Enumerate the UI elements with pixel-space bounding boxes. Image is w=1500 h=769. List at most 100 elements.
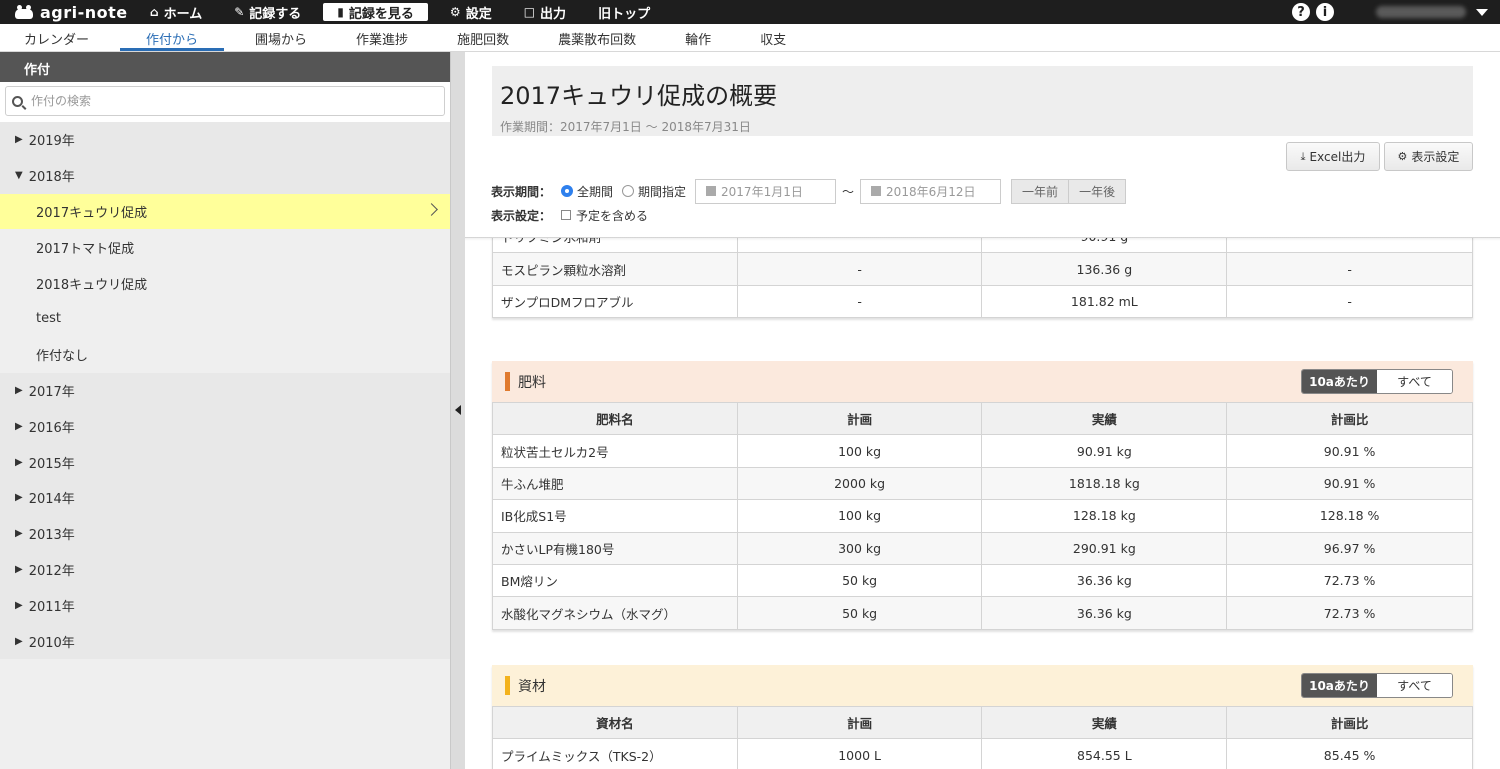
summary-scroll-area[interactable]: トリフミン水和剤 - 90.91 g - モスピラン顆粒水溶剤 - 136.36… (465, 237, 1500, 769)
ratio-cell: 128.18 % (1226, 499, 1473, 533)
tree-item-2017-cucumber[interactable]: 2017キュウリ促成 (0, 193, 450, 230)
plan-cell: 50 kg (736, 563, 983, 598)
tree-year-2010[interactable]: ▶ 2010年 (0, 623, 450, 659)
help-icon[interactable]: ? (1292, 3, 1310, 21)
display-settings-button[interactable]: ⚙ 表示設定 (1384, 142, 1473, 171)
include-plan-checkbox[interactable]: 予定を含める (561, 207, 648, 224)
download-icon: ⤓ (1300, 149, 1306, 163)
triangle-down-icon: ▼ (15, 170, 23, 182)
date-from-input[interactable]: 2017年1月1日 (695, 178, 837, 204)
nav-view-records[interactable]: ▮ 記録を見る (323, 3, 428, 22)
section-title: 肥料 (518, 374, 546, 391)
tab-pesticide-count[interactable]: 農薬散布回数 (550, 24, 644, 51)
crop-search-input[interactable] (31, 94, 431, 108)
ratio-cell: 85.45 % (1226, 738, 1473, 769)
info-icon[interactable]: i (1316, 3, 1334, 21)
tree-item-no-crop[interactable]: 作付なし (0, 336, 450, 373)
nav-home[interactable]: ⌂ ホーム (140, 3, 212, 22)
tree-year-2017[interactable]: ▶ 2017年 (0, 373, 450, 409)
tree-year-2012[interactable]: ▶ 2012年 (0, 552, 450, 588)
plan-cell: - (736, 252, 983, 286)
material-name: プライムミックス（TKS-2） (492, 738, 738, 769)
user-name[interactable] (1376, 6, 1466, 18)
actual-cell: 136.36 g (981, 252, 1228, 286)
chevron-right-icon (425, 202, 438, 216)
chevron-down-icon[interactable] (1476, 8, 1488, 16)
tab-calendar[interactable]: カレンダー (16, 24, 97, 51)
sidebar-splitter[interactable] (450, 52, 465, 769)
actual-cell: 290.91 kg (981, 531, 1228, 565)
nav-old-top[interactable]: 旧トップ (588, 3, 660, 22)
tree-year-2014[interactable]: ▶ 2014年 (0, 480, 450, 516)
actual-cell: 36.36 kg (981, 596, 1228, 630)
calendar-icon (871, 186, 882, 196)
nav-output[interactable]: □ 出力 (514, 3, 576, 22)
work-period: 作業期間：2017年7月1日 〜 2018年7月31日 (500, 120, 751, 134)
prev-year-button[interactable]: 一年前 (1011, 178, 1070, 204)
plan-cell: 2000 kg (736, 466, 983, 501)
search-box (5, 86, 445, 116)
sub-nav: カレンダー 作付から 圃場から 作業進捗 施肥回数 農薬散布回数 輪作 収支 (0, 24, 1500, 52)
radio-custom-period[interactable]: 期間指定 (622, 183, 686, 200)
triangle-right-icon: ▶ (15, 456, 23, 468)
section-accent-bar (505, 676, 510, 695)
display-label: 表示設定： (491, 208, 552, 223)
radio-all-period[interactable]: 全期間 (561, 183, 613, 200)
pencil-icon: ✎ (234, 5, 245, 19)
tree-year-2011[interactable]: ▶ 2011年 (0, 587, 450, 623)
table-row: モスピラン顆粒水溶剤 - 136.36 g - (492, 252, 1473, 286)
fertilizer-name: BM熔リン (492, 563, 738, 598)
all-toggle[interactable]: すべて (1377, 370, 1452, 393)
table-row: 牛ふん堆肥 2000 kg 1818.18 kg 90.91 % (492, 466, 1473, 501)
triangle-right-icon: ▶ (15, 420, 23, 432)
gear-icon: ⚙ (1397, 150, 1408, 163)
nav-record[interactable]: ✎ 記録する (224, 3, 311, 22)
scroll-shadow (465, 237, 1500, 241)
tab-balance[interactable]: 収支 (752, 24, 794, 51)
actual-cell: 854.55 L (981, 738, 1228, 769)
tab-work-progress[interactable]: 作業進捗 (348, 24, 416, 51)
table-row: プライムミックス（TKS-2） 1000 L 854.55 L 85.45 % (492, 738, 1473, 769)
summary-header: 2017キュウリ促成の概要 作業期間：2017年7月1日 〜 2018年7月31… (492, 66, 1473, 136)
collapse-left-icon[interactable] (455, 405, 461, 415)
actual-cell: 36.36 kg (981, 563, 1228, 598)
tree-item-test[interactable]: test (0, 300, 450, 337)
app-logo[interactable]: agri-note (0, 3, 140, 22)
excel-export-button[interactable]: ⤓ Excel出力 (1286, 142, 1380, 171)
fertilizer-name: IB化成S1号 (492, 499, 738, 533)
year-shift-buttons: 一年前 一年後 (1011, 178, 1127, 204)
next-year-button[interactable]: 一年後 (1069, 178, 1127, 204)
display-controls: 表示期間： 全期間 期間指定 2017年1月1日 〜 2018年6月12日 一年… (491, 178, 1291, 227)
sidebar-header: 作付 (0, 52, 450, 82)
per-10a-toggle[interactable]: 10aあたり (1302, 674, 1377, 697)
tree-year-2015[interactable]: ▶ 2015年 (0, 444, 450, 480)
fertilizer-name: 粒状苦土セルカ2号 (492, 434, 738, 468)
plan-cell: 100 kg (736, 434, 983, 468)
date-to-input[interactable]: 2018年6月12日 (860, 178, 1002, 204)
tab-by-field[interactable]: 圃場から (247, 24, 315, 51)
tab-by-crop[interactable]: 作付から (120, 24, 225, 51)
nav-settings[interactable]: ⚙ 設定 (440, 3, 502, 22)
col-header: 計画 (736, 401, 983, 436)
tree-item-2018-cucumber[interactable]: 2018キュウリ促成 (0, 265, 450, 301)
all-toggle[interactable]: すべて (1377, 674, 1452, 697)
main-nav: ⌂ ホーム ✎ 記録する ▮ 記録を見る ⚙ 設定 □ 出力 旧トップ (140, 0, 672, 24)
ratio-cell: - (1226, 284, 1473, 319)
tree-year-2013[interactable]: ▶ 2013年 (0, 516, 450, 552)
actual-cell: 181.82 mL (981, 284, 1228, 319)
fertilizer-name: 牛ふん堆肥 (492, 466, 738, 501)
pesticide-name: ザンプロDMフロアブル (492, 284, 738, 319)
plan-cell: 300 kg (736, 531, 983, 565)
actual-cell: 90.91 kg (981, 434, 1228, 468)
ratio-cell: 72.73 % (1226, 563, 1473, 598)
per-10a-toggle[interactable]: 10aあたり (1302, 370, 1377, 393)
gear-icon: ⚙ (449, 5, 461, 19)
tree-year-2018[interactable]: ▼ 2018年 (0, 158, 450, 194)
materials-section: 資材 10aあたり すべて 資材名 計画 実績 計画比 プライムミックス（TKS… (492, 665, 1473, 769)
tree-item-2017-tomato[interactable]: 2017トマト促成 (0, 229, 450, 266)
tab-fertilizer-count[interactable]: 施肥回数 (449, 24, 517, 51)
display-row: 表示設定： 予定を含める (491, 203, 1291, 227)
tab-rotation[interactable]: 輪作 (677, 24, 719, 51)
tree-year-2016[interactable]: ▶ 2016年 (0, 408, 450, 444)
tree-year-2019[interactable]: ▶ 2019年 (0, 122, 450, 158)
